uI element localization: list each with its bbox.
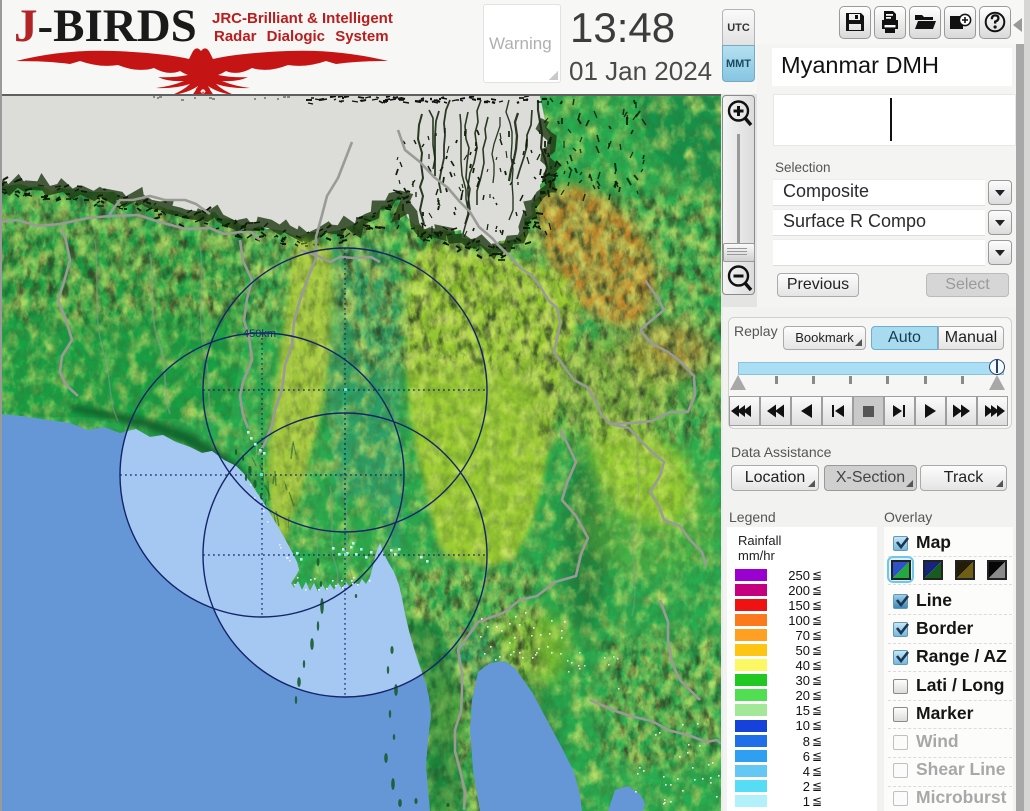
svg-text:450km: 450km <box>243 328 276 340</box>
